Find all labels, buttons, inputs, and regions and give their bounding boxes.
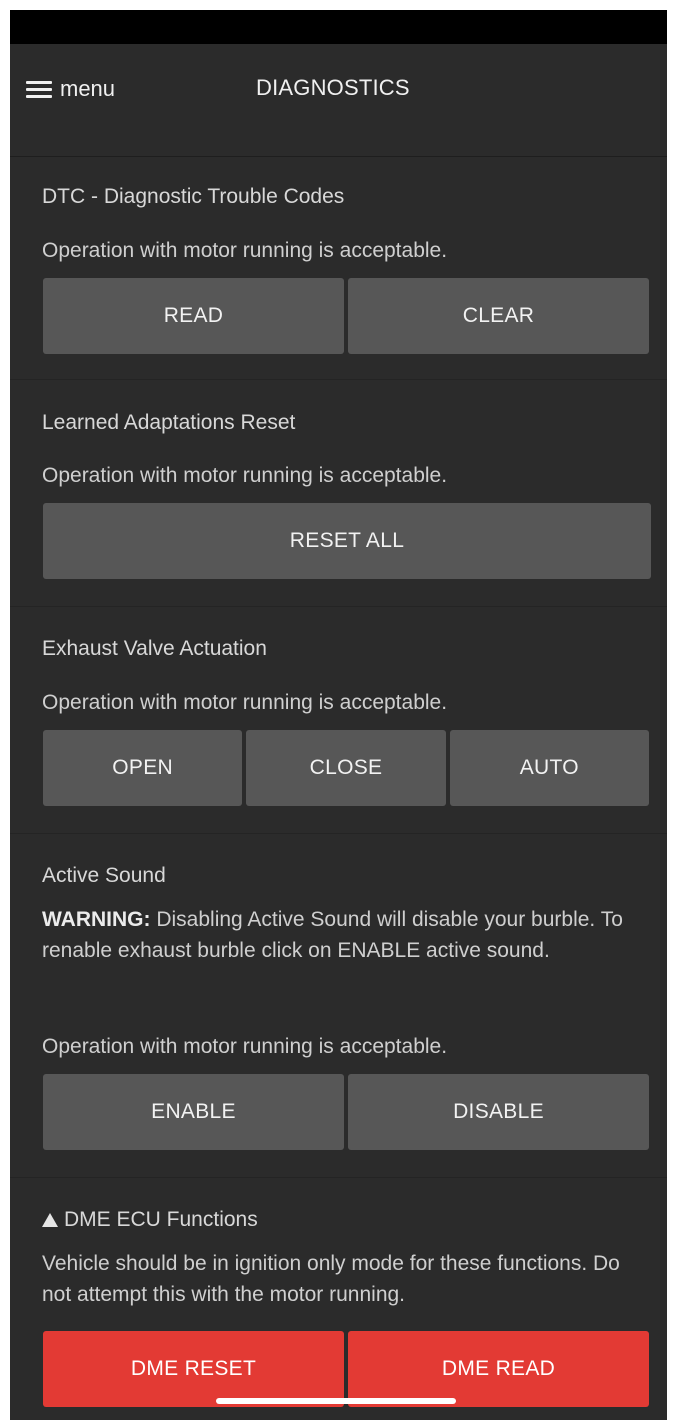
section-dtc: DTC - Diagnostic Trouble Codes Operation… [10,156,667,380]
app-header: menu DIAGNOSTICS [10,44,667,157]
menu-label: menu [60,76,116,101]
dme-button-row: DME RESET DME READ [43,1331,649,1407]
dme-title-text: DME ECU Functions [64,1208,258,1231]
adaptations-button-row: RESET ALL [43,503,651,579]
section-title-exhaust: Exhaust Valve Actuation [42,637,267,660]
home-indicator [216,1398,456,1404]
section-title-dtc: DTC - Diagnostic Trouble Codes [42,185,345,208]
section-note-exhaust: Operation with motor running is acceptab… [42,691,448,714]
close-button[interactable]: CLOSE [246,730,446,806]
page-title: DIAGNOSTICS [256,75,410,100]
section-title-active-sound: Active Sound [42,864,166,887]
dtc-button-row: READ CLEAR [43,278,649,354]
enable-button[interactable]: ENABLE [43,1074,344,1150]
section-dme: DME ECU Functions Vehicle should be in i… [10,1178,667,1420]
section-exhaust: Exhaust Valve Actuation Operation with m… [10,607,667,834]
active-sound-warning: WARNING: Disabling Active Sound will dis… [42,904,642,966]
open-button[interactable]: OPEN [43,730,243,806]
active-sound-button-row: ENABLE DISABLE [43,1074,649,1150]
status-bar [10,10,667,44]
section-note-dme: Vehicle should be in ignition only mode … [42,1252,620,1306]
section-title-dme: DME ECU Functions [42,1208,258,1232]
app-screen: menu DIAGNOSTICS DTC - Diagnostic Troubl… [10,10,667,1420]
clear-button[interactable]: CLEAR [348,278,649,354]
section-active-sound: Active Sound WARNING: Disabling Active S… [10,834,667,1178]
section-note-active-sound: Operation with motor running is acceptab… [42,1035,448,1058]
reset-all-button[interactable]: RESET ALL [43,503,651,579]
auto-button[interactable]: AUTO [449,730,649,806]
hamburger-icon [26,79,52,99]
section-title-adaptations: Learned Adaptations Reset [42,411,296,434]
section-adaptations: Learned Adaptations Reset Operation with… [10,380,667,607]
warning-triangle-icon [42,1213,58,1227]
section-note-dtc: Operation with motor running is acceptab… [42,239,448,262]
exhaust-button-row: OPEN CLOSE AUTO [43,730,649,806]
section-note-adaptations: Operation with motor running is acceptab… [42,464,448,487]
menu-button[interactable]: menu [26,72,115,106]
disable-button[interactable]: DISABLE [348,1074,649,1150]
dme-read-button[interactable]: DME READ [348,1331,649,1407]
warning-label: WARNING: [42,908,151,931]
dme-reset-button[interactable]: DME RESET [43,1331,344,1407]
read-button[interactable]: READ [43,278,344,354]
